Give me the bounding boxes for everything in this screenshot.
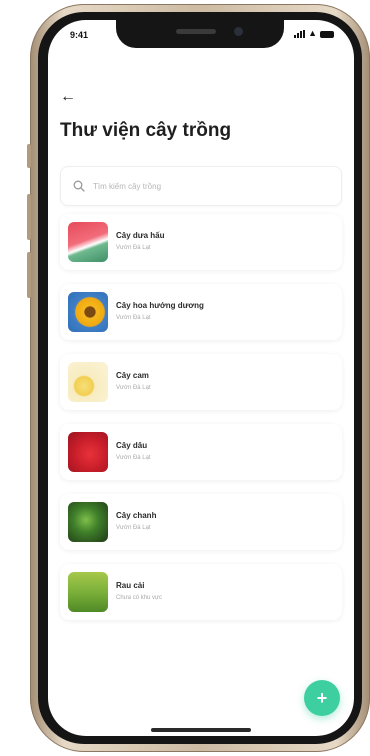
plant-card-greens[interactable]: Rau cải Chưa có khu vực (60, 564, 342, 620)
search-input[interactable] (91, 180, 295, 192)
plant-name: Cây chanh (116, 511, 157, 520)
plant-location: Vườn Đà Lạt (116, 455, 151, 461)
lemon-leaves-image (68, 502, 108, 542)
plant-card-orange[interactable]: Cây cam Vườn Đà Lạt (60, 354, 342, 410)
plant-name: Cây dâu (116, 441, 148, 450)
add-plant-button[interactable]: + (304, 680, 340, 716)
back-arrow-icon[interactable]: ← (60, 88, 76, 106)
greens-image (68, 572, 108, 612)
plant-list: Cây dưa hấu Vườn Đà Lạt Cây hoa hướng dư… (60, 214, 342, 634)
screen: 9:41 ▲ ← Thư viện cây trồng Cây dưa hấu … (48, 20, 354, 736)
volume-down-button (27, 252, 31, 298)
plant-name: Cây hoa hướng dương (116, 301, 204, 310)
signal-icon (294, 30, 306, 38)
speaker (176, 29, 216, 34)
plant-name: Cây cam (116, 371, 149, 380)
home-indicator (151, 728, 251, 732)
watermelon-image (68, 222, 108, 262)
search-icon (73, 180, 85, 192)
plant-card-strawberry[interactable]: Cây dâu Vườn Đà Lạt (60, 424, 342, 480)
sunflower-image (68, 292, 108, 332)
plant-card-sunflower[interactable]: Cây hoa hướng dương Vườn Đà Lạt (60, 284, 342, 340)
plant-location: Vườn Đà Lạt (116, 245, 151, 251)
orange-image (68, 362, 108, 402)
search-bar[interactable] (60, 166, 342, 206)
plant-card-watermelon[interactable]: Cây dưa hấu Vườn Đà Lạt (60, 214, 342, 270)
plant-location: Vườn Đà Lạt (116, 315, 151, 321)
plant-location: Vườn Đà Lạt (116, 385, 151, 391)
front-camera (234, 27, 243, 36)
notch (116, 20, 284, 48)
strawberry-image (68, 432, 108, 472)
plant-location: Vườn Đà Lạt (116, 525, 151, 531)
plant-name: Rau cải (116, 581, 145, 590)
status-icons: ▲ (294, 29, 334, 38)
battery-icon (320, 31, 334, 38)
volume-up-button (27, 194, 31, 240)
plant-name: Cây dưa hấu (116, 231, 165, 240)
phone-frame: 9:41 ▲ ← Thư viện cây trồng Cây dưa hấu … (27, 4, 370, 752)
page-title: Thư viện cây trồng (60, 120, 232, 141)
plant-card-lemon[interactable]: Cây chanh Vườn Đà Lạt (60, 494, 342, 550)
status-time: 9:41 (70, 30, 89, 40)
plant-location: Chưa có khu vực (116, 595, 163, 601)
mute-switch (27, 144, 31, 168)
wifi-icon: ▲ (308, 28, 317, 38)
